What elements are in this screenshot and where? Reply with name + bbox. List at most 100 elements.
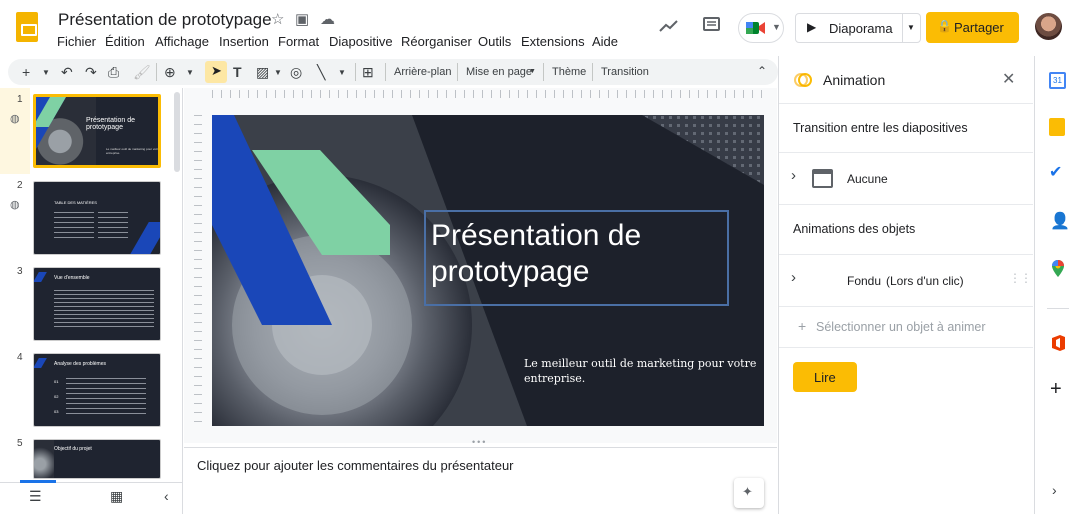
add-addon-icon[interactable]: +	[1050, 378, 1062, 401]
undo-icon[interactable]: ↶	[61, 64, 73, 81]
menu-insertion[interactable]: Insertion	[219, 34, 269, 49]
close-icon[interactable]: ✕	[1002, 69, 1015, 89]
image-icon[interactable]: ▨	[256, 64, 269, 81]
notes-resize-handle[interactable]: •••	[472, 437, 487, 447]
collapse-filmstrip-icon[interactable]: ‹	[164, 488, 169, 504]
meet-camera-icon	[746, 22, 765, 34]
paint-format-icon[interactable]: 🖌	[133, 64, 151, 81]
thumb-item: 01	[54, 379, 59, 384]
tasks-icon[interactable]: ✔	[1049, 162, 1062, 182]
new-slide-dropdown-icon[interactable]: ▼	[42, 68, 50, 77]
animation-indicator-icon: ◍	[10, 199, 20, 211]
menu-extensions[interactable]: Extensions	[521, 34, 585, 49]
drag-handle-icon[interactable]: ⋮⋮	[1009, 271, 1032, 285]
filmstrip-view-icon[interactable]: ☰	[29, 488, 42, 505]
background-button[interactable]: Arrière-plan	[394, 66, 451, 78]
add-comment-icon[interactable]: ⊞	[362, 64, 374, 81]
slide-thumbnail-4[interactable]: Analyse des problèmes 01 02 03	[33, 353, 161, 427]
slideshow-dropdown-icon[interactable]: ▼	[907, 23, 915, 32]
transition-preview-icon	[812, 169, 833, 188]
selected-slide-highlight	[0, 88, 30, 174]
notes-placeholder[interactable]: Cliquez pour ajouter les commentaires du…	[197, 458, 514, 473]
add-icon: +	[798, 318, 807, 334]
lock-icon: 🔒	[937, 19, 952, 33]
comments-icon[interactable]	[702, 16, 722, 36]
select-object-label: Sélectionner un objet à animer	[816, 320, 986, 334]
speaker-notes[interactable]: Cliquez pour ajouter les commentaires du…	[184, 447, 777, 514]
image-dropdown-icon[interactable]: ▼	[274, 68, 282, 77]
shape-icon[interactable]: ◎	[290, 64, 302, 81]
line-dropdown-icon[interactable]: ▼	[338, 68, 346, 77]
meet-button[interactable]: ▼	[738, 13, 784, 43]
share-label: Partager	[954, 20, 1004, 35]
menu-edition[interactable]: Édition	[105, 34, 145, 49]
filmstrip-scrollbar[interactable]	[174, 92, 180, 172]
transition-row[interactable]: › Aucune	[779, 153, 1033, 203]
toolbar	[8, 59, 778, 85]
slide-number: 5	[17, 438, 23, 449]
menu-outils[interactable]: Outils	[478, 34, 511, 49]
collapse-toolbar-icon[interactable]: ⌃	[757, 64, 767, 78]
slide-thumbnail-1[interactable]: Présentation de prototypage Le meilleur …	[33, 94, 161, 168]
slide-subtitle-line-1: Le meilleur outil de marketing pour votr…	[524, 357, 757, 370]
print-icon[interactable]: ⎙	[108, 64, 119, 81]
panel-title: Animation	[823, 72, 886, 88]
redo-icon[interactable]: ↷	[85, 64, 97, 81]
menu-aide[interactable]: Aide	[592, 34, 618, 49]
object-animation-name: Fondu	[847, 274, 882, 288]
play-button[interactable]: Lire	[793, 362, 857, 392]
star-icon[interactable]: ☆	[271, 10, 284, 28]
keep-icon[interactable]	[1049, 118, 1065, 136]
thumb-title: Vue d'ensemble	[54, 275, 90, 281]
thumb-title: TABLE DES MATIÈRES	[54, 200, 97, 205]
maps-icon[interactable]	[1050, 259, 1066, 279]
slide-thumbnail-2[interactable]: TABLE DES MATIÈRES	[33, 181, 161, 255]
slideshow-label: Diaporama	[829, 21, 893, 36]
menu-fichier[interactable]: Fichier	[57, 34, 96, 49]
menu-affichage[interactable]: Affichage	[155, 34, 209, 49]
zoom-icon[interactable]: ⊕	[164, 64, 176, 81]
move-folder-icon[interactable]: ▣	[295, 10, 309, 28]
current-slide[interactable]: Présentation de prototypage Le meilleur …	[212, 115, 764, 426]
thumb-item: 02	[54, 394, 59, 399]
slide-number: 2	[17, 180, 23, 191]
cloud-status-icon[interactable]: ☁	[320, 10, 335, 28]
play-label: Lire	[814, 370, 836, 385]
theme-button[interactable]: Thème	[552, 66, 586, 78]
line-icon[interactable]: ╲	[317, 64, 325, 81]
filmstrip-view-active-indicator	[20, 480, 56, 483]
transition-heading: Transition entre les diapositives	[793, 121, 968, 135]
transition-button[interactable]: Transition	[601, 66, 649, 78]
menu-format[interactable]: Format	[278, 34, 319, 49]
slide-subtitle-line-2: entreprise.	[524, 372, 586, 385]
layout-button[interactable]: Mise en page	[466, 66, 532, 78]
zoom-dropdown-icon[interactable]: ▼	[186, 68, 194, 77]
slide-number: 3	[17, 266, 23, 277]
thumb-title: Analyse des problèmes	[54, 361, 106, 367]
explore-icon: ✦	[742, 484, 753, 499]
slideshow-button[interactable]: ▶ Diaporama ▼	[795, 13, 921, 43]
avatar[interactable]	[1035, 13, 1062, 40]
explore-button[interactable]: ✦	[734, 478, 764, 508]
share-button[interactable]: 🔒 Partager	[926, 12, 1019, 43]
horizontal-ruler	[212, 90, 764, 98]
select-tool[interactable]: ➤	[205, 61, 227, 83]
menu-diapositive[interactable]: Diapositive	[329, 34, 393, 49]
slide-thumbnail-3[interactable]: Vue d'ensemble	[33, 267, 161, 341]
grid-view-icon[interactable]: ▦	[110, 488, 123, 505]
layout-dropdown-icon[interactable]: ▼	[529, 68, 536, 75]
activity-trend-icon[interactable]	[658, 17, 680, 35]
slide-thumbnail-5[interactable]: Objectif du projet	[33, 439, 161, 479]
contacts-icon[interactable]: 👤	[1050, 211, 1070, 231]
animation-panel: Animation ✕ Transition entre les diaposi…	[778, 56, 1033, 514]
text-box-icon[interactable]: T	[233, 64, 242, 80]
document-title[interactable]: Présentation de prototypage	[58, 10, 272, 30]
calendar-icon[interactable]: 31	[1049, 72, 1066, 89]
object-animation-row[interactable]: › Fondu (Lors d'un clic) ⋮⋮	[779, 255, 1033, 305]
expand-side-panel-icon[interactable]: ›	[1052, 482, 1057, 498]
new-slide-icon[interactable]: +	[22, 64, 30, 80]
objects-heading: Animations des objets	[793, 222, 916, 236]
menu-reorganiser[interactable]: Réorganiser	[401, 34, 472, 49]
office-addon-icon[interactable]	[1049, 334, 1067, 352]
slides-logo-icon[interactable]	[16, 12, 38, 42]
